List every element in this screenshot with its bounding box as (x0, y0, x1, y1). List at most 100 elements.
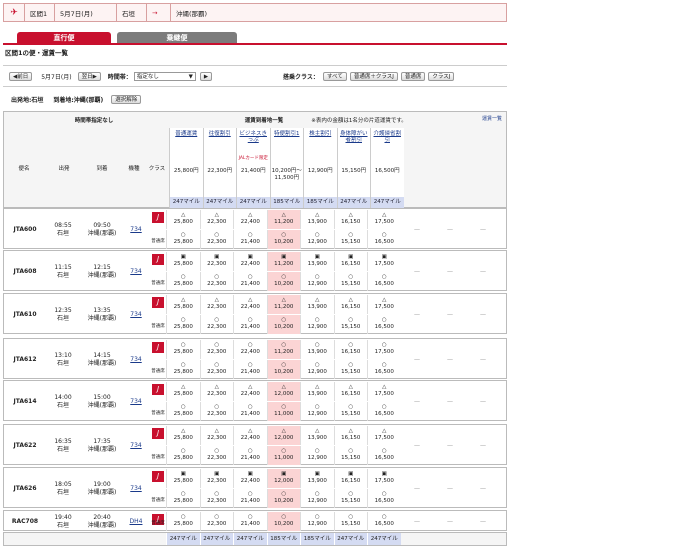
fare-cell[interactable]: ○ 22,300 (199, 402, 234, 421)
equipment-link[interactable]: 734 (128, 442, 144, 450)
fare-cell[interactable]: ▣ 22,300 (199, 469, 234, 488)
class-both-button[interactable]: 普通席＋クラスJ (349, 71, 398, 81)
fare-cell[interactable]: ○ 16,500 (367, 360, 401, 379)
prev-day-button[interactable]: ◀前日 (9, 71, 33, 81)
equipment-link[interactable]: 734 (128, 226, 144, 234)
fare-cell[interactable]: ○ 21,400 (233, 489, 267, 508)
class-all-button[interactable]: すべて (322, 71, 347, 81)
fare-cell[interactable]: ○ 21,400 (233, 272, 267, 291)
fare-cell[interactable]: ▣ 25,800 (166, 469, 200, 488)
fare-cell[interactable]: △ 13,900 (300, 295, 334, 314)
fare-cell[interactable]: ○ 16,500 (367, 512, 401, 531)
fare-cell[interactable]: ○ 12,900 (300, 272, 334, 291)
fare-cell[interactable]: ○ 15,150 (333, 402, 368, 421)
fare-cell[interactable]: △ 22,400 (233, 210, 267, 229)
fare-cell[interactable]: ▣ 13,900 (300, 469, 334, 488)
fare-cell[interactable]: △ 13,900 (300, 426, 334, 445)
fare-cell[interactable]: ○ 22,300 (199, 315, 234, 334)
fare-cell[interactable]: ▣ 12,000 (266, 469, 300, 488)
fare-cell[interactable]: ○ 22,300 (199, 340, 234, 359)
fare-cell[interactable]: ○ 21,400 (233, 360, 267, 379)
fare-cell[interactable]: ○ 22,300 (199, 512, 234, 531)
fare-cell[interactable]: ○ 21,400 (233, 402, 267, 421)
fare-cell[interactable]: ○ 11,000 (266, 402, 300, 421)
equipment-link[interactable]: DH4 (128, 518, 144, 526)
fare-cell[interactable]: ○ 22,300 (199, 230, 234, 249)
fare-cell[interactable]: △ 17,500 (367, 295, 401, 314)
fare-cell[interactable]: ○ 10,200 (266, 489, 300, 508)
tab-connect[interactable]: 乗継便 (117, 32, 237, 43)
fare-cell[interactable]: ○ 12,900 (300, 315, 334, 334)
fare-cell[interactable]: ▣ 22,400 (233, 252, 267, 271)
fare-cell[interactable]: △ 16,150 (333, 426, 368, 445)
fare-cell[interactable]: ○ 16,500 (367, 230, 401, 249)
fare-cell[interactable]: ○ 21,400 (233, 230, 267, 249)
fare-cell[interactable]: ○ 21,400 (233, 512, 267, 531)
fare-cell[interactable]: ○ 22,300 (199, 489, 234, 508)
fare-cell[interactable]: ▣ 13,900 (300, 252, 334, 271)
fare-cell[interactable]: ○ 25,800 (166, 340, 200, 359)
fare-cell[interactable]: ○ 22,300 (199, 446, 234, 465)
fare-cell[interactable]: ○ 25,800 (166, 512, 200, 531)
fare-cell[interactable]: △ 22,400 (233, 295, 267, 314)
fare-cell[interactable]: ○ 22,400 (233, 340, 267, 359)
time-select[interactable]: 指定なし ▼ (133, 71, 196, 81)
fare-cell[interactable]: ○ 15,150 (333, 489, 368, 508)
fare-cell[interactable]: ○ 15,150 (333, 360, 368, 379)
fare-cell[interactable]: ○ 13,900 (300, 340, 334, 359)
fare-cell[interactable]: ○ 21,400 (233, 446, 267, 465)
fare-name-link[interactable]: 特便割引1 (271, 131, 304, 137)
fare-cell[interactable]: △ 22,300 (199, 295, 234, 314)
fare-cell[interactable]: △ 25,800 (166, 295, 200, 314)
fare-cell[interactable]: ○ 11,000 (266, 446, 300, 465)
fare-cell[interactable]: ○ 25,800 (166, 489, 200, 508)
fare-cell[interactable]: △ 12,000 (266, 382, 300, 401)
fare-cell[interactable]: ▣ 25,800 (166, 252, 200, 271)
fare-cell[interactable]: ○ 10,200 (266, 360, 300, 379)
fare-cell[interactable]: △ 13,900 (300, 210, 334, 229)
fare-cell[interactable]: △ 17,500 (367, 426, 401, 445)
fare-cell[interactable]: △ 25,800 (166, 210, 200, 229)
fare-cell[interactable]: △ 22,400 (233, 382, 267, 401)
fare-cell[interactable]: ○ 25,800 (166, 230, 200, 249)
fare-cell[interactable]: △ 13,900 (300, 382, 334, 401)
fare-cell[interactable]: ○ 25,800 (166, 402, 200, 421)
fare-cell[interactable]: ○ 16,500 (367, 489, 401, 508)
fare-cell[interactable]: ○ 25,800 (166, 272, 200, 291)
fare-name-link[interactable]: 株主割引 (304, 131, 337, 137)
fare-cell[interactable]: ○ 25,800 (166, 446, 200, 465)
fare-cell[interactable]: ○ 12,900 (300, 489, 334, 508)
fare-cell[interactable]: ○ 15,150 (333, 446, 368, 465)
fare-cell[interactable]: △ 12,000 (266, 426, 300, 445)
fare-cell[interactable]: ○ 16,500 (367, 402, 401, 421)
fare-cell[interactable]: ○ 16,500 (367, 315, 401, 334)
fare-name-link[interactable]: 身体障がい者割引 (338, 131, 371, 143)
fare-name-link[interactable]: 普通運賃 (170, 131, 203, 137)
fare-cell[interactable]: ○ 22,300 (199, 360, 234, 379)
fare-cell[interactable]: ○ 15,150 (333, 315, 368, 334)
fare-cell[interactable]: ▣ 16,150 (333, 469, 368, 488)
fare-cell[interactable]: ○ 15,150 (333, 230, 368, 249)
class-economy-button[interactable]: 普通席 (400, 71, 426, 81)
fare-cell[interactable]: △ 25,800 (166, 382, 200, 401)
fare-cell[interactable]: ○ 16,500 (367, 272, 401, 291)
fare-cell[interactable]: △ 11,200 (266, 295, 300, 314)
fare-cell[interactable]: ○ 17,500 (367, 340, 401, 359)
next-day-button[interactable]: 翌日▶ (77, 71, 101, 81)
equipment-link[interactable]: 734 (128, 311, 144, 319)
fare-list-link[interactable]: 運賃一覧 (482, 115, 502, 122)
fare-cell[interactable]: ○ 22,300 (199, 272, 234, 291)
fare-cell[interactable]: ○ 10,200 (266, 315, 300, 334)
fare-cell[interactable]: ▣ 22,400 (233, 469, 267, 488)
fare-cell[interactable]: △ 16,150 (333, 382, 368, 401)
fare-cell[interactable]: △ 16,150 (333, 295, 368, 314)
fare-cell[interactable]: △ 22,300 (199, 426, 234, 445)
equipment-link[interactable]: 734 (128, 268, 144, 276)
fare-cell[interactable]: ○ 15,150 (333, 512, 368, 531)
fare-cell[interactable]: △ 22,400 (233, 426, 267, 445)
fare-cell[interactable]: ○ 16,150 (333, 340, 368, 359)
fare-name-link[interactable]: 往復割引 (204, 131, 237, 137)
fare-cell[interactable]: ○ 10,200 (266, 272, 300, 291)
fare-cell[interactable]: △ 11,200 (266, 210, 300, 229)
time-next-button[interactable]: ▶ (199, 71, 213, 81)
